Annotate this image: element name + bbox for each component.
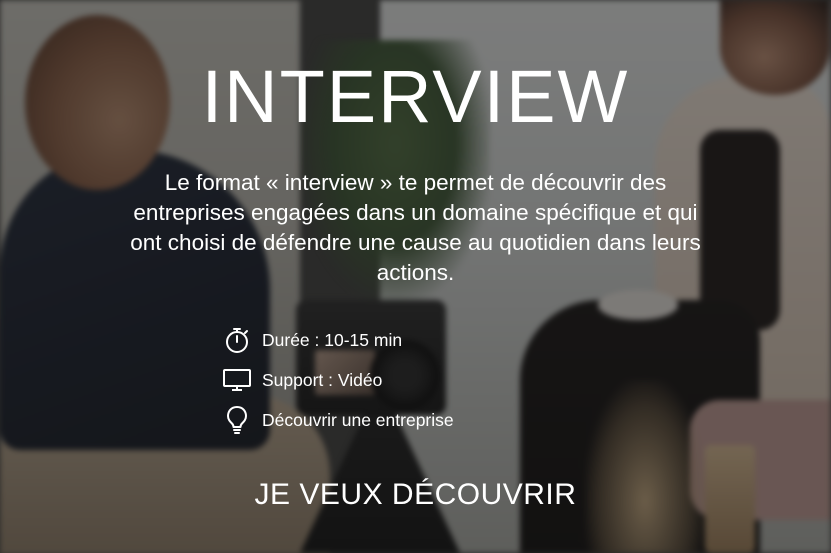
cta-container: JE VEUX DÉCOUVRIR [0, 478, 831, 512]
card-content: INTERVIEW Le format « interview » te per… [0, 0, 831, 553]
card-title: INTERVIEW [201, 55, 630, 138]
detail-duration: Durée : 10-15 min [222, 320, 454, 360]
lightbulb-icon [222, 405, 252, 435]
detail-duration-label: Durée : 10-15 min [262, 329, 403, 350]
detail-goal-label: Découvrir une entreprise [262, 409, 454, 430]
discover-button[interactable]: JE VEUX DÉCOUVRIR [255, 478, 577, 511]
detail-support-label: Support : Vidéo [262, 369, 383, 390]
monitor-icon [222, 365, 252, 395]
stopwatch-icon [222, 325, 252, 355]
card-description: Le format « interview » te permet de déc… [130, 170, 701, 285]
detail-support: Support : Vidéo [222, 360, 454, 400]
detail-goal: Découvrir une entreprise [222, 400, 454, 440]
interview-card: INTERVIEW Le format « interview » te per… [0, 0, 831, 553]
details-list: Durée : 10-15 min Support : Vidéo Découv… [222, 320, 454, 440]
